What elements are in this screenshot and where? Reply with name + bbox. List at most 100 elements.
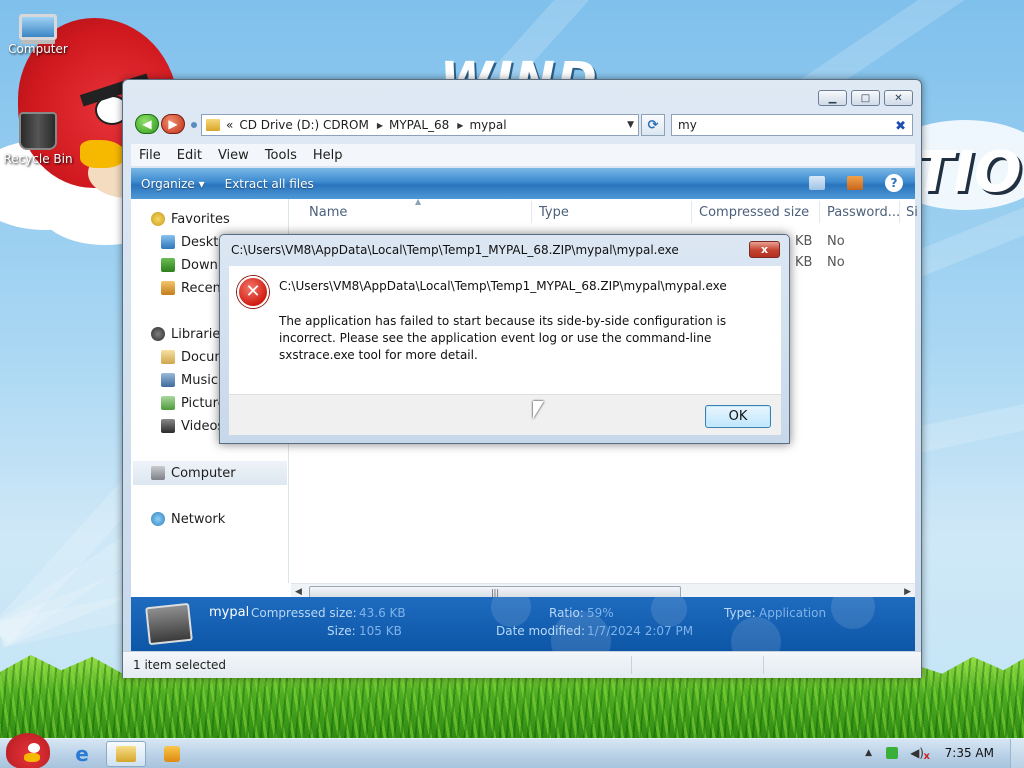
taskbar-media-player[interactable] bbox=[152, 741, 192, 767]
scroll-right-icon[interactable]: ▶ bbox=[904, 587, 911, 597]
breadcrumb-arrow-icon[interactable]: ▶ bbox=[457, 121, 463, 130]
breadcrumb-overflow[interactable]: « bbox=[226, 118, 233, 132]
start-orb-beak bbox=[24, 753, 40, 762]
desktop-icon-recycle-bin[interactable]: Recycle Bin bbox=[0, 112, 76, 166]
show-hidden-icons-icon[interactable]: ▲ bbox=[865, 748, 872, 758]
nav-pictures[interactable]: Picture bbox=[161, 393, 226, 413]
row-size-unit: KB bbox=[795, 234, 813, 249]
breadcrumb-folder[interactable]: MYPAL_68 bbox=[389, 118, 449, 132]
network-tray-icon[interactable] bbox=[886, 747, 898, 759]
taskbar: e ▲ ◀) x 7:35 AM bbox=[0, 733, 1024, 768]
nav-favorites[interactable]: Favorites bbox=[151, 209, 230, 229]
folder-icon bbox=[116, 746, 136, 762]
status-text: 1 item selected bbox=[133, 658, 227, 672]
computer-icon bbox=[151, 466, 165, 480]
breadcrumb-arrow-icon[interactable]: ▶ bbox=[377, 121, 383, 130]
nav-downloads[interactable]: Downl bbox=[161, 255, 221, 275]
column-header-row: ▲ Name Type Compressed size Password... … bbox=[291, 197, 918, 227]
dialog-body: ✕ C:\Users\VM8\AppData\Local\Temp\Temp1_… bbox=[229, 266, 781, 394]
details-compressed-label: Compressed size: bbox=[251, 606, 357, 620]
details-pane: mypal Compressed size: 43.6 KB Size: 105… bbox=[131, 597, 915, 651]
search-input[interactable]: my ✖ bbox=[671, 114, 913, 136]
videos-icon bbox=[161, 419, 175, 433]
details-ratio-label: Ratio: bbox=[549, 606, 584, 620]
dialog-path-text: C:\Users\VM8\AppData\Local\Temp\Temp1_MY… bbox=[279, 279, 727, 293]
mouse-cursor-icon bbox=[533, 401, 544, 419]
menu-tools[interactable]: Tools bbox=[257, 148, 305, 163]
menu-edit[interactable]: Edit bbox=[169, 148, 210, 163]
start-orb-eye bbox=[28, 743, 40, 753]
row-password: No bbox=[827, 255, 845, 270]
status-bar: 1 item selected bbox=[123, 651, 921, 678]
details-type-value: Application bbox=[759, 606, 827, 620]
ok-button[interactable]: OK bbox=[705, 405, 771, 428]
refresh-button[interactable]: ⟳ bbox=[641, 114, 665, 136]
column-password[interactable]: Password... bbox=[827, 205, 900, 220]
libraries-icon bbox=[151, 327, 165, 341]
folder-icon bbox=[206, 119, 220, 131]
help-icon[interactable]: ? bbox=[885, 174, 903, 192]
error-icon: ✕ bbox=[237, 276, 269, 308]
preview-pane-icon[interactable] bbox=[847, 176, 863, 190]
details-file-name: mypal bbox=[209, 605, 250, 620]
menu-file[interactable]: File bbox=[131, 148, 169, 163]
start-button[interactable] bbox=[6, 733, 50, 768]
clear-search-icon[interactable]: ✖ bbox=[895, 117, 906, 137]
address-bar[interactable]: « CD Drive (D:) CDROM ▶ MYPAL_68 ▶ mypal… bbox=[201, 114, 639, 136]
nav-network[interactable]: Network bbox=[151, 509, 225, 529]
details-modified-label: Date modified: bbox=[496, 624, 586, 638]
breadcrumb-current[interactable]: mypal bbox=[469, 118, 506, 132]
volume-icon[interactable]: ◀) bbox=[910, 746, 924, 760]
internet-explorer-icon: e bbox=[75, 742, 89, 766]
desktop-icon-computer[interactable]: Computer bbox=[0, 8, 76, 56]
details-size-label: Size: bbox=[327, 624, 356, 638]
nav-label: Music bbox=[181, 372, 218, 388]
nav-recent[interactable]: Recent bbox=[161, 278, 226, 298]
taskbar-windows-explorer[interactable] bbox=[106, 741, 146, 767]
details-size-value: 105 KB bbox=[359, 624, 402, 638]
dialog-close-button[interactable]: x bbox=[749, 241, 780, 258]
desktop-icon-label: Computer bbox=[8, 42, 68, 56]
show-desktop-button[interactable] bbox=[1010, 739, 1024, 768]
details-compressed-value: 43.6 KB bbox=[359, 606, 406, 620]
sort-ascending-icon: ▲ bbox=[415, 197, 422, 206]
window-controls: ▁ □ ✕ bbox=[818, 90, 913, 106]
column-type[interactable]: Type bbox=[539, 205, 569, 220]
media-player-icon bbox=[164, 746, 180, 762]
nav-music[interactable]: Music bbox=[161, 370, 218, 390]
nav-label: Downl bbox=[181, 257, 222, 273]
column-size[interactable]: Si bbox=[906, 205, 918, 220]
details-modified-value: 1/7/2024 2:07 PM bbox=[587, 624, 694, 638]
column-name[interactable]: Name bbox=[309, 205, 347, 220]
organize-button[interactable]: Organize ▾ bbox=[131, 177, 215, 191]
nav-computer[interactable]: Computer bbox=[151, 463, 236, 483]
chevron-down-icon[interactable]: ▼ bbox=[627, 120, 634, 130]
nav-videos[interactable]: Videos bbox=[161, 416, 224, 436]
minimize-button[interactable]: ▁ bbox=[818, 90, 847, 106]
menu-help[interactable]: Help bbox=[305, 148, 351, 163]
nav-libraries[interactable]: Libraries bbox=[151, 324, 227, 344]
nav-desktop[interactable]: Deskto bbox=[161, 232, 226, 252]
nav-label: Favorites bbox=[171, 211, 230, 227]
menu-view[interactable]: View bbox=[210, 148, 257, 163]
nav-documents[interactable]: Docum bbox=[161, 347, 227, 367]
column-compressed-size[interactable]: Compressed size bbox=[699, 205, 809, 220]
view-options-icon[interactable] bbox=[809, 176, 825, 190]
clock[interactable]: 7:35 AM bbox=[945, 746, 994, 760]
breadcrumb-drive[interactable]: CD Drive (D:) CDROM bbox=[239, 118, 368, 132]
taskbar-internet-explorer[interactable]: e bbox=[62, 741, 102, 767]
forward-button[interactable]: ▶ bbox=[161, 114, 185, 134]
pictures-icon bbox=[161, 396, 175, 410]
error-dialog: C:\Users\VM8\AppData\Local\Temp\Temp1_MY… bbox=[219, 234, 790, 444]
nav-label: Network bbox=[171, 511, 226, 527]
scroll-left-icon[interactable]: ◀ bbox=[295, 587, 302, 597]
nav-label: Computer bbox=[171, 465, 236, 481]
extract-all-button[interactable]: Extract all files bbox=[215, 177, 324, 191]
recent-pages-dot[interactable] bbox=[191, 122, 197, 128]
back-button[interactable]: ◀ bbox=[135, 114, 159, 134]
music-icon bbox=[161, 373, 175, 387]
close-button[interactable]: ✕ bbox=[884, 90, 913, 106]
documents-icon bbox=[161, 350, 175, 364]
maximize-button[interactable]: □ bbox=[851, 90, 880, 106]
downloads-icon bbox=[161, 258, 175, 272]
